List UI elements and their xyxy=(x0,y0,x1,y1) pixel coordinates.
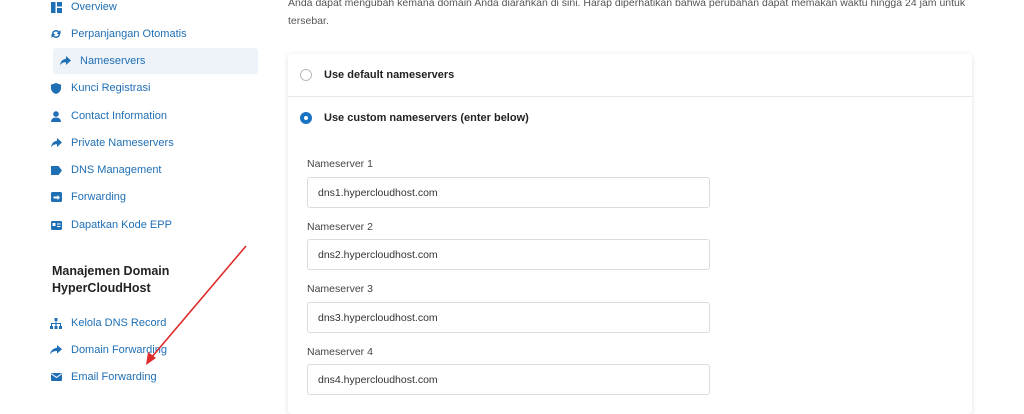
nameserver-options-card: Use default nameservers Use custom names… xyxy=(288,54,972,414)
nameserver-3-label: Nameserver 3 xyxy=(307,283,373,295)
radio-custom-nameservers[interactable] xyxy=(300,112,312,124)
nameserver-3-input[interactable]: dns3.hypercloudhost.com xyxy=(307,302,710,333)
nameserver-4-input[interactable]: dns4.hypercloudhost.com xyxy=(307,364,710,395)
option-default-label: Use default nameservers xyxy=(324,69,455,81)
option-default-nameservers[interactable]: Use default nameservers xyxy=(288,54,972,97)
radio-default-nameservers[interactable] xyxy=(300,69,312,81)
nameserver-2-label: Nameserver 2 xyxy=(307,221,373,233)
option-custom-nameservers[interactable]: Use custom nameservers (enter below) xyxy=(288,96,972,140)
nameserver-4-label: Nameserver 4 xyxy=(307,346,373,358)
nameserver-1-input[interactable]: dns1.hypercloudhost.com xyxy=(307,177,710,208)
intro-text: Anda dapat mengubah kemana domain Anda d… xyxy=(288,0,966,27)
nameserver-1-label: Nameserver 1 xyxy=(307,158,373,170)
nameserver-2-input[interactable]: dns2.hypercloudhost.com xyxy=(307,239,710,270)
annotation-arrow xyxy=(146,245,247,365)
option-custom-label: Use custom nameservers (enter below) xyxy=(324,112,529,124)
